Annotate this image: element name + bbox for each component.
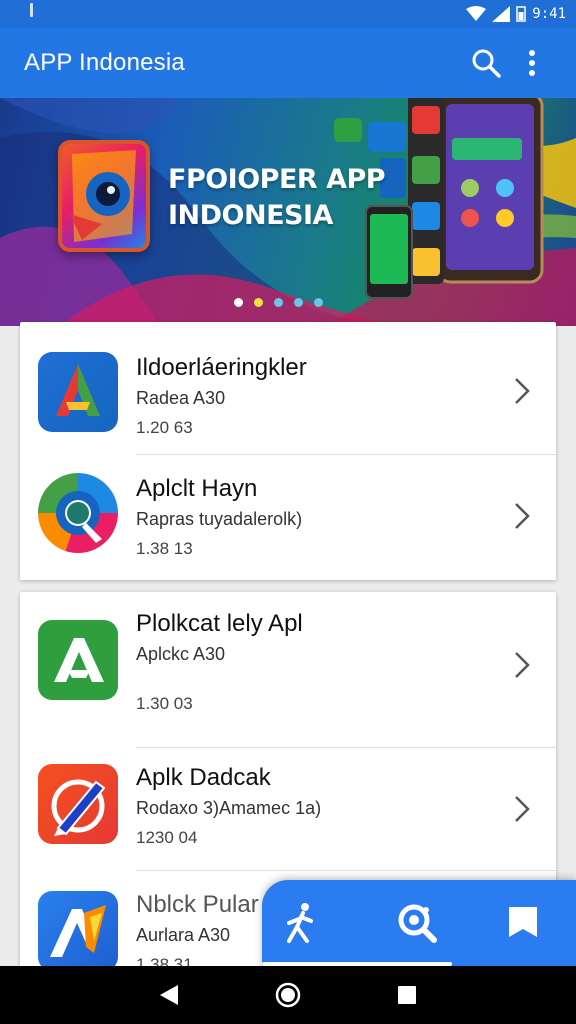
app-name: Aplclt Hayn: [136, 475, 258, 502]
app-subtitle: Radea A30: [136, 388, 226, 408]
person-run-icon[interactable]: [276, 898, 326, 948]
more-vert-icon[interactable]: [512, 43, 552, 83]
status-bar: 9:41: [0, 0, 576, 28]
system-navigation-bar: [0, 966, 576, 1024]
carousel-indicators: [234, 298, 323, 307]
app-bar: APP Indonesia: [0, 28, 576, 98]
app-list-item[interactable]: Plolkcat lely Apl Aplckc A30 1.30 03: [20, 592, 556, 747]
search-icon[interactable]: [466, 43, 506, 83]
app-subtitle: Rodaxo 3)Amamec 1a): [136, 798, 322, 818]
carousel-dot[interactable]: [294, 298, 303, 307]
app-subtitle: Rapras tuyadalerolk): [136, 509, 303, 529]
battery-icon: [516, 6, 527, 22]
app-meta: 1.30 03: [136, 694, 193, 713]
recents-icon[interactable]: [387, 975, 427, 1015]
letter-a-blue-icon: [38, 891, 118, 971]
promo-banner[interactable]: FPOIOPER APP INDONESIA: [0, 98, 576, 326]
banner-title: FPOIOPER APP INDONESIA: [168, 162, 386, 234]
pen-app-icon: [38, 764, 118, 844]
app-title: APP Indonesia: [24, 49, 185, 76]
app-name: Ildoerláeringkler: [136, 354, 307, 381]
app-list-card: Ildoerláeringkler Radea A30 1.20 63 Aplc…: [20, 322, 556, 580]
carousel-dot[interactable]: [314, 298, 323, 307]
banner-title-line2: INDONESIA: [168, 200, 333, 231]
letter-a-icon: [38, 352, 118, 432]
signal-icon: [492, 6, 511, 22]
bookmark-icon[interactable]: [498, 898, 548, 948]
bottom-navigation: [262, 880, 576, 970]
home-icon[interactable]: [268, 975, 308, 1015]
chevron-right-icon[interactable]: [512, 794, 532, 824]
app-meta: 1230 04: [136, 828, 198, 847]
carousel-dot[interactable]: [274, 298, 283, 307]
status-time: 9:41: [532, 6, 566, 22]
wifi-icon: [466, 6, 487, 22]
app-subtitle: Aplckc A30: [136, 644, 226, 664]
banner-logo: [58, 140, 150, 252]
letter-q-icon: [38, 473, 118, 553]
app-meta: 1.20 63: [136, 418, 193, 437]
search-refresh-icon[interactable]: [392, 898, 442, 948]
chevron-right-icon[interactable]: [512, 650, 532, 680]
banner-title-line1: FPOIOPER APP: [168, 164, 386, 195]
app-name: Aplk Dadcak: [136, 764, 271, 791]
app-name: Nblck Pular: [136, 891, 259, 918]
carousel-dot[interactable]: [254, 298, 263, 307]
back-icon[interactable]: [149, 975, 189, 1015]
app-list-item[interactable]: Aplk Dadcak Rodaxo 3)Amamec 1a) 1230 04: [20, 748, 556, 870]
chevron-right-icon[interactable]: [512, 376, 532, 406]
app-meta: 1.38 13: [136, 539, 193, 558]
app-list-item[interactable]: Ildoerláeringkler Radea A30 1.20 63: [20, 322, 556, 454]
letter-a-green-icon: [38, 620, 118, 700]
app-list-item[interactable]: Aplclt Hayn Rapras tuyadalerolk) 1.38 13: [20, 455, 556, 580]
carousel-dot[interactable]: [234, 298, 243, 307]
notification-indicator: [30, 3, 33, 17]
app-subtitle: Aurlara A30: [136, 925, 231, 945]
app-name: Plolkcat lely Apl: [136, 610, 303, 637]
chevron-right-icon[interactable]: [512, 501, 532, 531]
